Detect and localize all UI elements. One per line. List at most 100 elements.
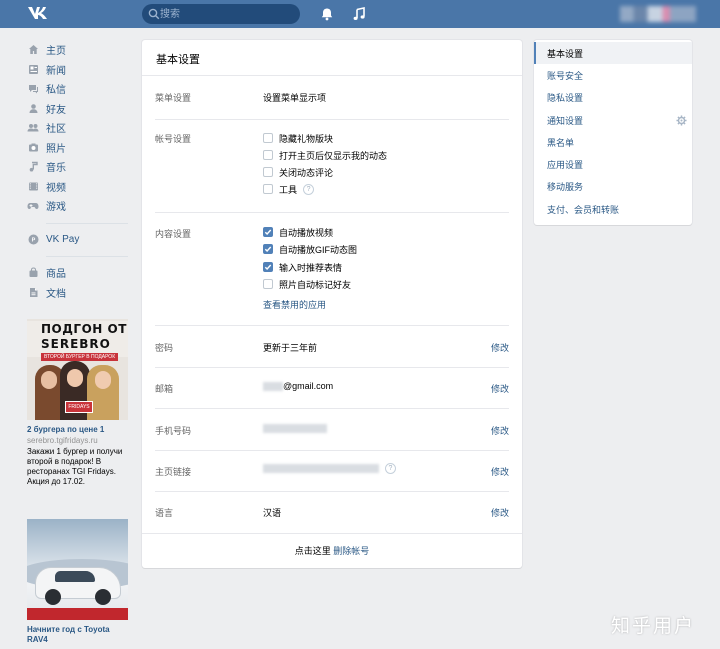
nav-label: VK Pay — [46, 233, 80, 245]
homepage-value-row: ? — [263, 463, 396, 474]
option-show-only-my-posts[interactable]: 打开主页后仅显示我的动态 — [263, 148, 387, 162]
ad-image[interactable]: ПОДГОН ОТ SEREBRO ВТОРОЙ БУРГЕР В ПОДАРО… — [27, 319, 128, 420]
nav-item-goods[interactable]: 商品 — [27, 263, 131, 283]
checkbox[interactable] — [263, 167, 273, 177]
nav-item-vkpay[interactable]: P VK Pay — [27, 230, 131, 250]
page-title: 基本设置 — [156, 54, 200, 66]
ad-link[interactable]: serebro.tgifridays.ru — [27, 435, 128, 446]
communities-icon — [27, 122, 39, 134]
option-suggest-emoji[interactable]: 输入时推荐表情 — [263, 260, 342, 274]
view-blocked-apps-link[interactable]: 查看禁用的应用 — [263, 298, 326, 311]
checkbox-checked[interactable] — [263, 227, 273, 237]
section-divider — [155, 408, 509, 409]
option-autoplay-video[interactable]: 自动播放视频 — [263, 225, 333, 239]
news-icon — [27, 63, 39, 75]
phone-label: 手机号码 — [155, 426, 192, 436]
menu-item-account-security[interactable]: 账号安全 — [534, 64, 692, 86]
phone-edit-button[interactable]: 修改 — [491, 424, 509, 437]
nav-label: 商品 — [46, 269, 66, 281]
ad-red-strip — [27, 608, 128, 620]
settings-side-menu: 基本设置 账号安全 隐私设置 通知设置 黑名单 应用设置 移动服务 支付、会员和… — [534, 40, 692, 225]
ad-image[interactable] — [27, 519, 128, 620]
music-icon[interactable] — [353, 7, 365, 21]
section-divider — [155, 367, 509, 368]
vk-logo-icon[interactable] — [27, 5, 49, 21]
checkbox-label: 打开主页后仅显示我的动态 — [279, 150, 388, 161]
section-divider — [155, 212, 509, 213]
ad-car-wheel — [45, 589, 61, 605]
ad-burger-box: FRIDAYS — [65, 401, 93, 413]
nav-label: 音乐 — [46, 163, 66, 175]
home-icon — [27, 44, 39, 56]
ad-face — [67, 369, 83, 387]
account-settings-label: 帐号设置 — [155, 134, 192, 144]
password-edit-button[interactable]: 修改 — [491, 341, 509, 354]
nav-label: 新闻 — [46, 65, 66, 77]
nav-label: 文档 — [46, 288, 66, 300]
checkbox[interactable] — [263, 133, 273, 143]
nav-item-messages[interactable]: 私信 — [27, 79, 131, 99]
menu-item-blacklist[interactable]: 黑名单 — [534, 131, 692, 153]
nav-item-documents[interactable]: 文档 — [27, 283, 131, 303]
option-tools[interactable]: 工具 ? — [263, 182, 315, 196]
nav-item-photos[interactable]: 照片 — [27, 138, 131, 158]
help-icon[interactable]: ? — [385, 463, 396, 474]
nav-label: 视频 — [46, 182, 66, 194]
bell-icon[interactable] — [320, 7, 334, 21]
blurred-text — [263, 382, 283, 392]
ad-title[interactable]: Начните год с Toyota RAV4 — [27, 625, 128, 645]
title-divider — [142, 75, 522, 76]
ad-text: Закажи 1 бургер и получи второй в подаро… — [27, 447, 123, 486]
email-value-row: @gmail.com — [263, 381, 333, 392]
nav-item-games[interactable]: 游戏 — [27, 196, 131, 216]
friends-icon — [27, 102, 39, 114]
ad-title[interactable]: 2 бургера по цене 1 — [27, 425, 128, 435]
nav-item-friends[interactable]: 好友 — [27, 99, 131, 119]
search-input[interactable] — [160, 4, 294, 24]
search-box[interactable] — [142, 4, 300, 24]
menu-item-notifications[interactable]: 通知设置 — [534, 109, 692, 131]
ad-image-brand: SEREBRO — [41, 337, 111, 351]
menu-item-app-settings[interactable]: 应用设置 — [534, 153, 692, 175]
menu-item-payments[interactable]: 支付、会员和转账 — [534, 198, 692, 220]
left-navigation: 主页 新闻 私信 好友 社区 照片 音乐 视频 游戏 P VK Pay 商品 文… — [27, 40, 131, 302]
menu-item-mobile-services[interactable]: 移动服务 — [534, 175, 692, 197]
document-icon — [27, 286, 39, 298]
nav-item-news[interactable]: 新闻 — [27, 60, 131, 80]
nav-divider — [46, 256, 128, 257]
menu-settings-link[interactable]: 设置菜单显示项 — [263, 91, 326, 104]
checkbox-checked[interactable] — [263, 262, 273, 272]
checkbox[interactable] — [263, 279, 273, 289]
homepage-edit-button[interactable]: 修改 — [491, 465, 509, 478]
menu-item-privacy[interactable]: 隐私设置 — [534, 86, 692, 108]
help-icon[interactable]: ? — [303, 183, 315, 195]
option-auto-tag-friends[interactable]: 照片自动标记好友 — [263, 277, 351, 291]
nav-item-communities[interactable]: 社区 — [27, 118, 131, 138]
ad-block-toyota[interactable]: Начните год с Toyota RAV4 — [27, 519, 128, 645]
checkbox[interactable] — [263, 150, 273, 160]
nav-item-home[interactable]: 主页 — [27, 40, 131, 60]
nav-item-music[interactable]: 音乐 — [27, 157, 131, 177]
top-header — [0, 0, 720, 28]
ad-block-serebro[interactable]: ПОДГОН ОТ SEREBRO ВТОРОЙ БУРГЕР В ПОДАРО… — [27, 319, 128, 487]
checkbox-checked[interactable] — [263, 244, 273, 254]
footer-text: 点击这里 — [294, 546, 334, 556]
vkpay-icon: P — [27, 233, 39, 245]
option-disable-comments[interactable]: 关闭动态评论 — [263, 165, 333, 179]
section-divider — [155, 491, 509, 492]
delete-account-link[interactable]: 删除帐号 — [333, 546, 369, 556]
option-autoplay-gif[interactable]: 自动播放GIF动态图 — [263, 242, 357, 256]
option-hide-gifts[interactable]: 隐藏礼物版块 — [263, 131, 333, 145]
menu-settings-label: 菜单设置 — [155, 93, 192, 103]
user-avatar[interactable] — [620, 6, 696, 22]
nav-item-video[interactable]: 视频 — [27, 177, 131, 197]
language-edit-button[interactable]: 修改 — [491, 506, 509, 519]
gear-icon[interactable] — [676, 115, 687, 126]
goods-icon — [27, 267, 39, 279]
email-edit-button[interactable]: 修改 — [491, 382, 509, 395]
menu-item-basic-settings[interactable]: 基本设置 — [534, 42, 692, 64]
watermark: 知乎用户 — [611, 616, 696, 637]
footer-divider — [142, 533, 522, 534]
checkbox[interactable] — [263, 184, 273, 194]
checkbox-label: 隐藏礼物版块 — [279, 133, 334, 144]
